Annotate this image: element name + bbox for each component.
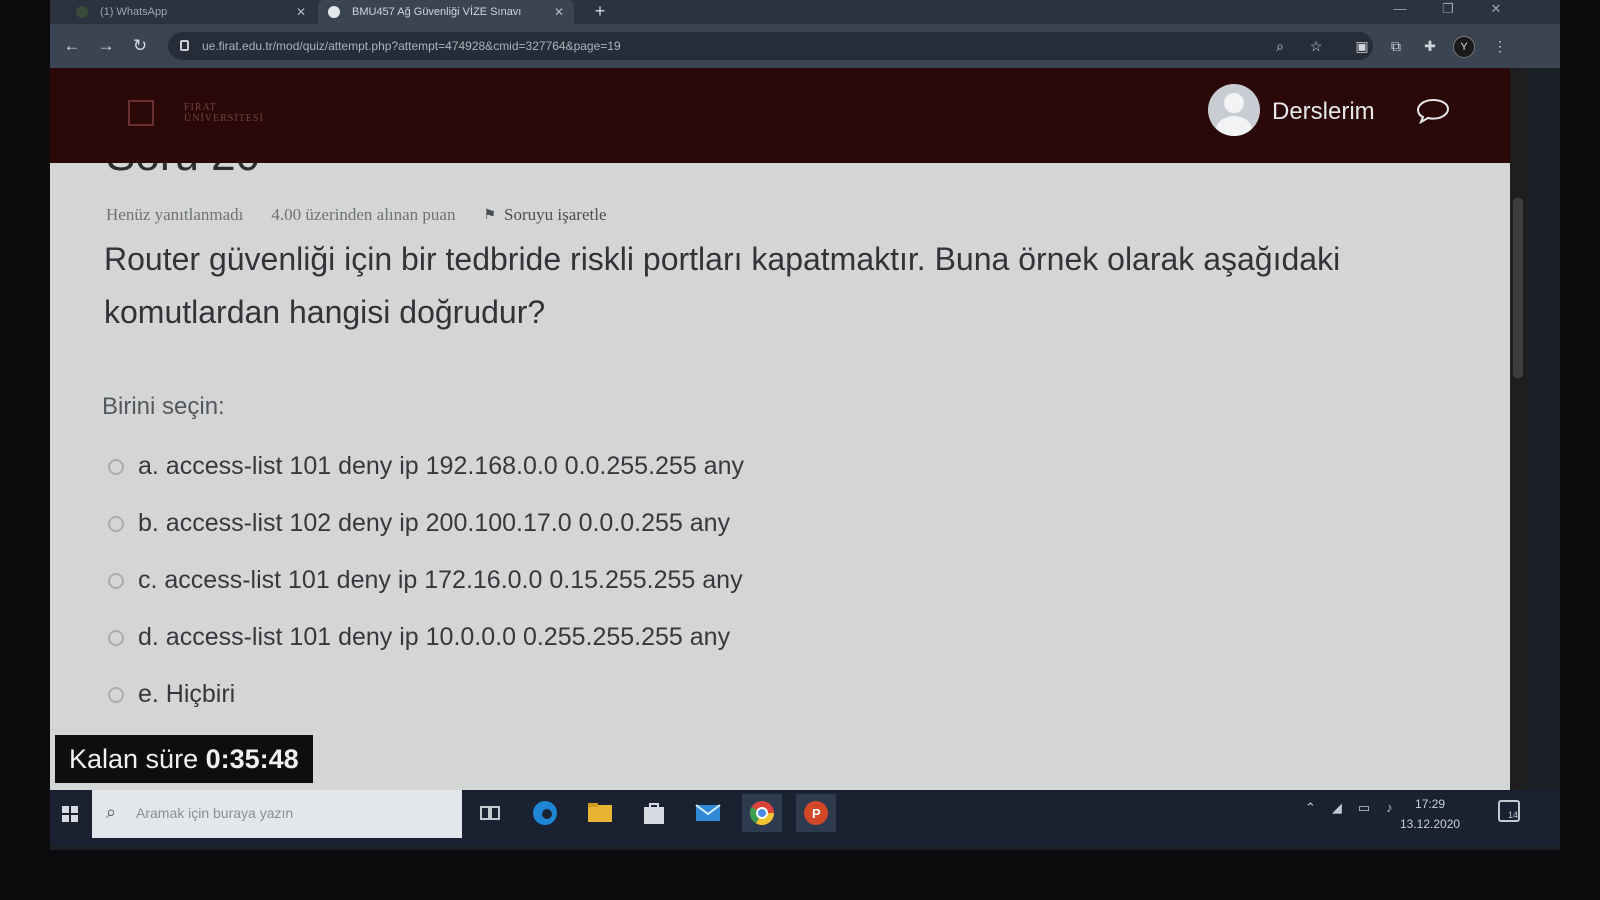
option-label[interactable]: b. access-list 102 deny ip 200.100.17.0 … — [138, 509, 730, 538]
search-icon: ⌕ — [106, 802, 117, 822]
store-icon[interactable] — [634, 794, 674, 832]
chat-bubble-icon[interactable] — [1416, 98, 1450, 124]
svg-text:P: P — [812, 806, 821, 821]
close-tab-icon[interactable]: ✕ — [296, 5, 306, 19]
question-status: Henüz yanıtlanmadı — [106, 205, 244, 224]
mail-icon[interactable] — [688, 794, 728, 832]
chevron-up-icon[interactable]: ⌃ — [1305, 800, 1316, 816]
address-bar[interactable]: ue.firat.edu.tr/mod/quiz/attempt.php?att… — [168, 32, 1373, 60]
remaining-time-timer: Kalan süre 0:35:48 — [55, 735, 313, 783]
url-text: ue.firat.edu.tr/mod/quiz/attempt.php?att… — [202, 39, 621, 53]
my-courses-link[interactable]: Derslerim — [1272, 98, 1375, 126]
option-label[interactable]: a. access-list 101 deny ip 192.168.0.0 0… — [138, 452, 744, 481]
zoom-icon[interactable]: ⌕ — [1268, 34, 1292, 58]
site-header: FIRAT ÜNİVERSİTESİ Derslerim — [50, 68, 1510, 163]
answer-option-d[interactable]: d. access-list 101 deny ip 10.0.0.0 0.25… — [108, 609, 744, 666]
option-label[interactable]: c. access-list 101 deny ip 172.16.0.0 0.… — [138, 566, 743, 595]
volume-icon[interactable]: ♪ — [1386, 800, 1393, 816]
tab-title: BMU457 Ağ Güvenliği VİZE Sınavı — [352, 6, 522, 18]
file-explorer-icon[interactable] — [580, 794, 620, 832]
profile-avatar[interactable]: Y — [1453, 36, 1475, 58]
notification-count: 14 — [1507, 810, 1518, 820]
page-scrollbar[interactable] — [1510, 68, 1526, 790]
extension-icon[interactable]: ▣ — [1350, 34, 1374, 58]
tab-quiz[interactable]: BMU457 Ağ Güvenliği VİZE Sınavı ✕ — [318, 0, 574, 24]
moodle-icon — [328, 6, 340, 18]
radio-button[interactable] — [108, 458, 124, 475]
answer-option-b[interactable]: b. access-list 102 deny ip 200.100.17.0 … — [108, 495, 744, 552]
flag-question-link[interactable]: ⚑ Soruyu işaretle — [483, 205, 606, 225]
choose-one-label: Birini seçin: — [102, 393, 225, 420]
clock-time: 17:29 — [1415, 797, 1446, 811]
timer-value: 0:35:48 — [205, 744, 299, 774]
menu-kebab-icon[interactable]: ⋮ — [1488, 34, 1512, 58]
clock-date: 13.12.2020 — [1400, 817, 1461, 831]
question-points: 4.00 üzerinden alınan puan — [271, 205, 456, 224]
edge-icon[interactable] — [525, 794, 565, 832]
minimize-icon[interactable]: — — [1380, 0, 1420, 20]
question-number: Soru 20 — [106, 163, 260, 181]
taskbar-search-box[interactable]: ⌕ Aramak için buraya yazın — [92, 790, 462, 838]
bookmark-star-icon[interactable]: ☆ — [1304, 34, 1328, 58]
logo-text: FIRAT ÜNİVERSİTESİ — [184, 102, 264, 124]
screen: (1) WhatsApp ✕ BMU457 Ağ Güvenliği VİZE … — [50, 0, 1560, 850]
back-icon[interactable]: ← — [60, 34, 84, 58]
radio-button[interactable] — [108, 515, 124, 532]
radio-button[interactable] — [108, 686, 124, 703]
whatsapp-icon — [76, 6, 88, 18]
timer-label: Kalan süre — [69, 744, 199, 774]
tab-whatsapp[interactable]: (1) WhatsApp ✕ — [66, 0, 316, 24]
option-label[interactable]: d. access-list 101 deny ip 10.0.0.0 0.25… — [138, 623, 730, 652]
puzzle-icon[interactable]: ✚ — [1418, 34, 1442, 58]
reload-icon[interactable]: ↻ — [128, 34, 152, 58]
answer-option-a[interactable]: a. access-list 101 deny ip 192.168.0.0 0… — [108, 438, 744, 495]
windows-start-icon[interactable] — [54, 798, 86, 830]
answer-option-e[interactable]: e. Hiçbiri — [108, 666, 744, 723]
forward-icon[interactable]: → — [94, 34, 118, 58]
close-window-icon[interactable]: ✕ — [1476, 0, 1516, 20]
tab-search-icon[interactable]: ⧉ — [1384, 34, 1408, 58]
university-emblem-icon — [128, 100, 154, 126]
powerpoint-icon[interactable]: P — [796, 794, 836, 832]
site-logo[interactable]: FIRAT ÜNİVERSİTESİ — [128, 100, 264, 126]
answer-option-c[interactable]: c. access-list 101 deny ip 172.16.0.0 0.… — [108, 552, 744, 609]
quiz-content: Soru 20 Henüz yanıtlanmadı 4.00 üzerinde… — [50, 163, 1510, 790]
browser-toolbar: ← → ↻ ue.firat.edu.tr/mod/quiz/attempt.p… — [50, 24, 1560, 68]
lock-icon — [180, 40, 189, 51]
radio-button[interactable] — [108, 629, 124, 646]
tab-title: (1) WhatsApp — [100, 6, 168, 18]
network-icon[interactable]: ◢ — [1332, 800, 1342, 816]
task-view-icon[interactable] — [470, 794, 510, 832]
close-tab-icon[interactable]: ✕ — [554, 5, 564, 19]
radio-button[interactable] — [108, 572, 124, 589]
flag-icon: ⚑ — [483, 207, 497, 223]
chrome-icon[interactable] — [742, 794, 782, 832]
new-tab-button[interactable]: + — [588, 0, 612, 24]
question-info: Henüz yanıtlanmadı 4.00 üzerinden alınan… — [106, 205, 607, 225]
battery-icon[interactable]: ▭ — [1358, 800, 1370, 816]
question-text: Router güvenliği için bir tedbride riskl… — [104, 241, 1341, 330]
search-placeholder: Aramak için buraya yazın — [136, 805, 294, 821]
user-avatar[interactable] — [1208, 84, 1260, 136]
flag-question-label: Soruyu işaretle — [504, 205, 607, 224]
notification-icon[interactable]: 14 — [1498, 800, 1520, 822]
scroll-thumb[interactable] — [1513, 198, 1523, 378]
browser-tab-strip: (1) WhatsApp ✕ BMU457 Ağ Güvenliği VİZE … — [50, 0, 1560, 24]
answer-options: a. access-list 101 deny ip 192.168.0.0 0… — [108, 438, 744, 723]
restore-icon[interactable]: ❐ — [1428, 0, 1468, 20]
windows-taskbar: ⌕ Aramak için buraya yazın P ⌃ ◢ ▭ ♪ 17:… — [50, 790, 1560, 845]
system-tray: ⌃ ◢ ▭ ♪ — [1305, 800, 1393, 816]
taskbar-clock[interactable]: 17:29 13.12.2020 — [1400, 794, 1460, 834]
option-label[interactable]: e. Hiçbiri — [138, 680, 235, 709]
